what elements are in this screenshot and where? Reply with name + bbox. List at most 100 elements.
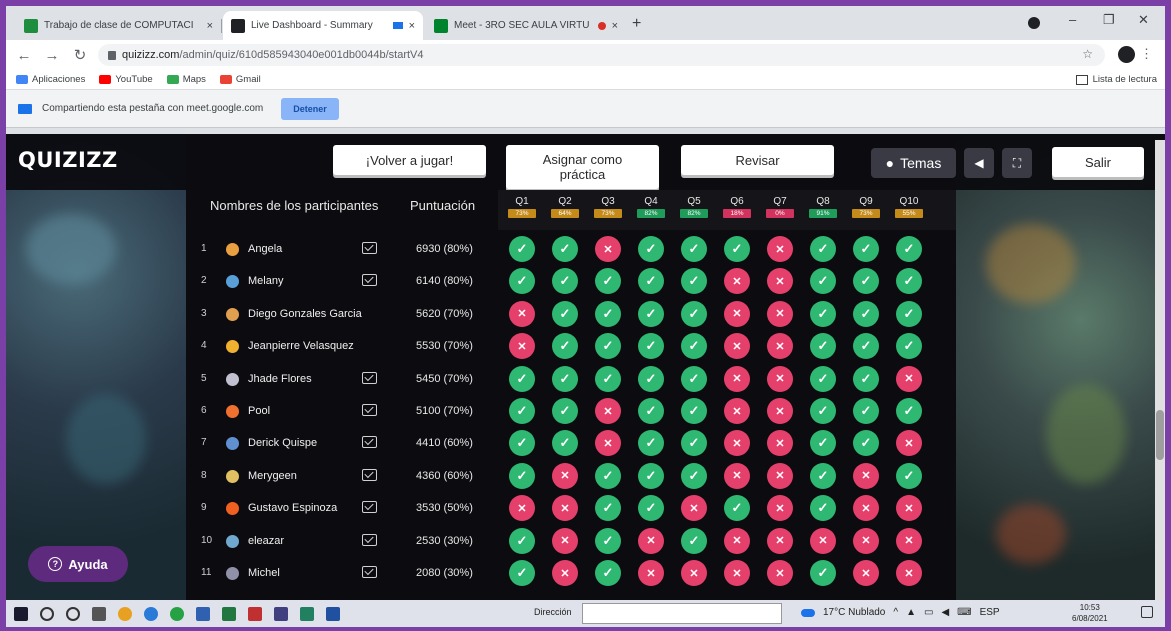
- task-view-icon[interactable]: [92, 606, 106, 621]
- tab-classroom[interactable]: Trabajo de clase de COMPUTACI ×: [16, 11, 222, 40]
- language-indicator[interactable]: ESP: [980, 607, 1000, 618]
- whatsapp-app-icon[interactable]: [170, 606, 184, 621]
- bookmark-gmail[interactable]: Gmail: [219, 74, 261, 85]
- correct-answer-icon[interactable]: ✓: [638, 333, 664, 360]
- correct-answer-icon[interactable]: ✓: [810, 268, 836, 295]
- bookmark-youtube[interactable]: YouTube: [99, 74, 153, 85]
- play-again-button[interactable]: ¡Volver a jugar!: [333, 145, 486, 175]
- table-row[interactable]: 4 Jeanpierre Velasquez 5530 (70%) ✕ ✓ ✓ ✓ ✓ ✕ ✕ ✓ ✓…: [186, 331, 956, 363]
- wrong-answer-icon[interactable]: ✕: [810, 527, 836, 554]
- bookmark-maps[interactable]: Maps: [166, 74, 206, 85]
- participant-name[interactable]: Merygeen: [248, 470, 297, 482]
- notifications-icon[interactable]: [1141, 606, 1153, 618]
- correct-answer-icon[interactable]: ✓: [638, 268, 664, 295]
- search-icon[interactable]: [40, 606, 54, 621]
- back-icon[interactable]: ←: [16, 47, 32, 64]
- chrome-app-icon[interactable]: [118, 606, 132, 621]
- correct-answer-icon[interactable]: ✓: [853, 365, 879, 392]
- wrong-answer-icon[interactable]: ✕: [724, 462, 750, 489]
- wrong-answer-icon[interactable]: ✕: [509, 333, 535, 360]
- correct-answer-icon[interactable]: ✓: [724, 236, 750, 262]
- app-icon[interactable]: [274, 606, 288, 621]
- reload-icon[interactable]: ↻: [72, 46, 88, 64]
- wrong-answer-icon[interactable]: ✕: [767, 333, 793, 360]
- wrong-answer-icon[interactable]: ✕: [724, 527, 750, 554]
- correct-answer-icon[interactable]: ✓: [509, 560, 535, 586]
- scrollbar[interactable]: [1155, 140, 1165, 600]
- wrong-answer-icon[interactable]: ✕: [724, 365, 750, 392]
- network-icon[interactable]: ▲: [906, 607, 916, 618]
- themes-button[interactable]: ● Temas: [871, 148, 956, 178]
- correct-answer-icon[interactable]: ✓: [681, 365, 707, 392]
- correct-answer-icon[interactable]: ✓: [896, 300, 922, 327]
- assign-practice-button[interactable]: Asignar como práctica: [506, 145, 659, 189]
- correct-answer-icon[interactable]: ✓: [509, 398, 535, 424]
- participant-name[interactable]: Angela: [248, 243, 282, 255]
- participant-name[interactable]: eleazar: [248, 535, 284, 547]
- exit-button[interactable]: Salir: [1052, 147, 1144, 177]
- app-icon[interactable]: [196, 606, 210, 621]
- mail-icon[interactable]: [362, 371, 377, 384]
- bookmark-star-icon[interactable]: ☆: [1082, 47, 1093, 61]
- maximize-icon[interactable]: ❐: [1103, 12, 1115, 28]
- minimize-icon[interactable]: –: [1069, 12, 1076, 27]
- wrong-answer-icon[interactable]: ✕: [509, 495, 535, 522]
- sound-icon[interactable]: ◀: [964, 148, 994, 178]
- wrong-answer-icon[interactable]: ✕: [767, 430, 793, 457]
- wrong-answer-icon[interactable]: ✕: [724, 560, 750, 586]
- wrong-answer-icon[interactable]: ✕: [638, 560, 664, 586]
- new-tab-button[interactable]: +: [632, 15, 641, 33]
- correct-answer-icon[interactable]: ✓: [638, 495, 664, 522]
- correct-answer-icon[interactable]: ✓: [552, 236, 578, 262]
- wrong-answer-icon[interactable]: ✕: [595, 236, 621, 262]
- keyboard-icon[interactable]: ⌨: [957, 607, 971, 618]
- wrong-answer-icon[interactable]: ✕: [853, 560, 879, 586]
- correct-answer-icon[interactable]: ✓: [810, 236, 836, 262]
- correct-answer-icon[interactable]: ✓: [681, 527, 707, 554]
- mail-icon[interactable]: [362, 533, 377, 546]
- correct-answer-icon[interactable]: ✓: [681, 300, 707, 327]
- correct-answer-icon[interactable]: ✓: [810, 365, 836, 392]
- clock[interactable]: 10:53 6/08/2021: [1072, 602, 1108, 624]
- wrong-answer-icon[interactable]: ✕: [853, 462, 879, 489]
- cortana-icon[interactable]: [66, 606, 80, 621]
- address-bar[interactable]: quizizz.com/admin/quiz/610d585943040e001…: [98, 44, 1105, 66]
- excel-app-icon[interactable]: [222, 606, 236, 621]
- correct-answer-icon[interactable]: ✓: [638, 300, 664, 327]
- stop-sharing-button[interactable]: Detener: [281, 97, 339, 120]
- correct-answer-icon[interactable]: ✓: [638, 365, 664, 392]
- correct-answer-icon[interactable]: ✓: [896, 268, 922, 295]
- table-row[interactable]: 2 Melany 6140 (80%) ✓ ✓ ✓ ✓ ✓ ✕ ✕ ✓ ✓ ✓: [186, 266, 956, 298]
- participant-name[interactable]: Pool: [248, 405, 270, 417]
- correct-answer-icon[interactable]: ✓: [810, 462, 836, 489]
- table-row[interactable]: 7 Derick Quispe 4410 (60%) ✓ ✓ ✕ ✓ ✓ ✕ ✕ ✓ ✓ ✕: [186, 428, 956, 460]
- wrong-answer-icon[interactable]: ✕: [681, 560, 707, 586]
- wrong-answer-icon[interactable]: ✕: [853, 495, 879, 522]
- correct-answer-icon[interactable]: ✓: [896, 462, 922, 489]
- mail-icon[interactable]: [362, 404, 377, 416]
- mail-icon[interactable]: [362, 274, 377, 287]
- table-row[interactable]: 9 Gustavo Espinoza 3530 (50%) ✕ ✕ ✓ ✓ ✕ ✓ ✕ ✓ ✕ ✕: [186, 493, 956, 525]
- correct-answer-icon[interactable]: ✓: [853, 398, 879, 424]
- correct-answer-icon[interactable]: ✓: [681, 398, 707, 424]
- battery-icon[interactable]: ▭: [924, 607, 933, 618]
- correct-answer-icon[interactable]: ✓: [681, 430, 707, 457]
- wrong-answer-icon[interactable]: ✕: [724, 300, 750, 327]
- participant-name[interactable]: Melany: [248, 275, 283, 287]
- fullscreen-icon[interactable]: ⛶: [1002, 148, 1032, 178]
- wrong-answer-icon[interactable]: ✕: [767, 495, 793, 522]
- wrong-answer-icon[interactable]: ✕: [767, 300, 793, 327]
- correct-answer-icon[interactable]: ✓: [509, 236, 535, 262]
- wrong-answer-icon[interactable]: ✕: [896, 560, 922, 586]
- correct-answer-icon[interactable]: ✓: [853, 236, 879, 262]
- participant-name[interactable]: Michel: [248, 567, 280, 579]
- wrong-answer-icon[interactable]: ✕: [681, 495, 707, 522]
- correct-answer-icon[interactable]: ✓: [509, 268, 535, 295]
- wrong-answer-icon[interactable]: ✕: [896, 365, 922, 392]
- wrong-answer-icon[interactable]: ✕: [552, 527, 578, 554]
- close-tab-icon[interactable]: ×: [409, 20, 415, 32]
- wrong-answer-icon[interactable]: ✕: [896, 495, 922, 522]
- wrong-answer-icon[interactable]: ✕: [595, 430, 621, 457]
- menu-icon[interactable]: ⋮: [1140, 46, 1153, 62]
- correct-answer-icon[interactable]: ✓: [552, 268, 578, 295]
